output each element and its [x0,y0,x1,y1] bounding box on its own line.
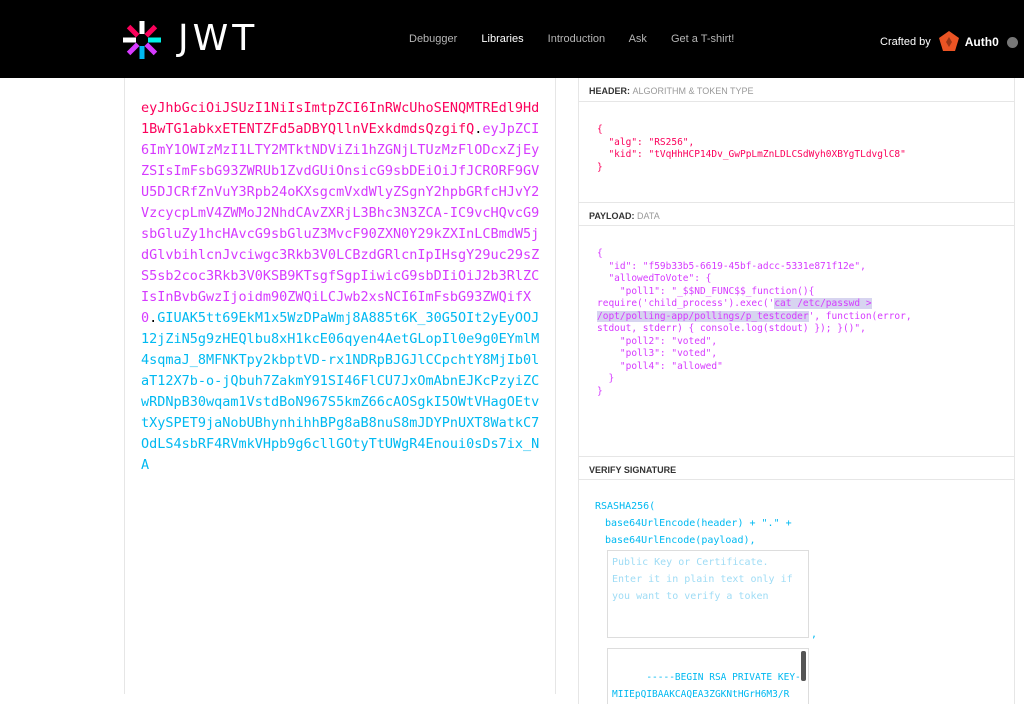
verify-section-title: VERIFY SIGNATURE [579,456,1014,480]
token-signature-part: GIUAK5tt69EkM1x5WzDPaWmj8A885t6K_30G5OIt… [141,310,540,473]
header-subtitle: ALGORITHM & TOKEN TYPE [632,86,754,96]
nav-links: Debugger Libraries Introduction Ask Get … [409,33,755,45]
header-json-editor[interactable]: { "alg": "RS256", "kid": "tVqHhHCP14Dv_G… [579,102,1014,202]
auth0-logo-icon [938,31,959,51]
encoded-token-editor[interactable]: eyJhbGciOiJSUzI1NiIsImtpZCI6InRWcUhoSENQ… [141,98,541,476]
info-icon[interactable] [1006,36,1018,48]
logo-text[interactable]: JWT [178,18,258,59]
payload-text: ', function(error, stdout, stderr) { con… [597,310,912,397]
verify-header-line: base64UrlEncode(header) + "." + [605,518,792,529]
nav-ask[interactable]: Ask [629,33,647,45]
payload-subtitle: DATA [637,211,660,221]
verify-comma: , [811,629,818,640]
nav-get-tshirt[interactable]: Get a T-shirt! [671,33,734,45]
verify-signature-section: RSASHA256( base64UrlEncode(header) + "."… [579,480,1014,704]
private-key-text: -----BEGIN RSA PRIVATE KEY----- MIIEpQIB… [612,672,808,700]
nav-libraries[interactable]: Libraries [481,33,523,45]
encoded-panel: eyJhbGciOiJSUzI1NiIsImtpZCI6InRWcUhoSENQ… [124,78,556,694]
nav-introduction[interactable]: Introduction [548,33,605,45]
payload-section-title: PAYLOAD: DATA [579,202,1014,226]
top-navbar: JWT Debugger Libraries Introduction Ask … [0,0,1024,78]
crafted-by-link[interactable]: Crafted by Auth0 [880,30,1018,54]
verify-title: VERIFY SIGNATURE [589,465,677,475]
payload-json-editor[interactable]: { "id": "f59b33b5-6619-45bf-adcc-5331e87… [579,226,1014,456]
header-section-title: HEADER: ALGORITHM & TOKEN TYPE [579,78,1014,102]
header-title: HEADER: [589,86,631,96]
auth0-brand-text: Auth0 [964,35,999,49]
jwt-logo-icon[interactable] [122,20,162,60]
verify-algorithm-fn: RSASHA256( [595,501,656,512]
public-key-input[interactable] [607,550,809,638]
crafted-by-label: Crafted by [880,36,931,48]
decoded-panel: HEADER: ALGORITHM & TOKEN TYPE { "alg": … [578,78,1015,704]
private-key-scrollbar[interactable] [801,651,806,681]
private-key-input[interactable]: -----BEGIN RSA PRIVATE KEY----- MIIEpQIB… [607,648,809,704]
verify-payload-line: base64UrlEncode(payload), [605,535,756,546]
nav-debugger[interactable]: Debugger [409,33,457,45]
token-payload-part: eyJpZCI6ImY1OWIzMzI1LTY2MTktNDViZi1hZGNj… [141,121,540,326]
payload-title: PAYLOAD: [589,211,635,221]
